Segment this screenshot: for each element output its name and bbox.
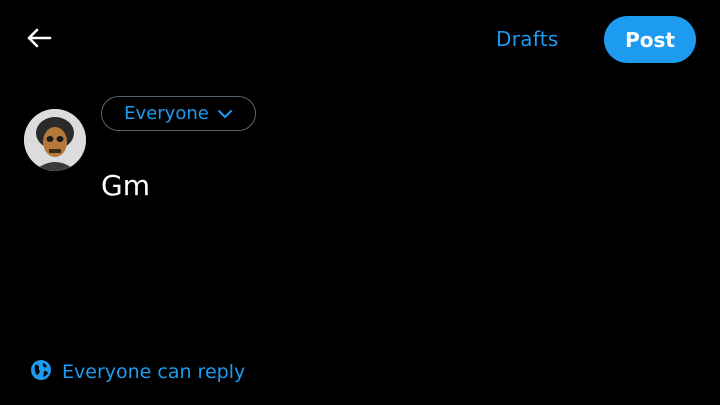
- arrow-left-icon: [26, 27, 52, 53]
- audience-selector[interactable]: Everyone: [101, 96, 256, 131]
- drafts-button[interactable]: Drafts: [486, 22, 569, 56]
- post-button[interactable]: Post: [604, 16, 696, 63]
- avatar-image: [24, 109, 86, 171]
- user-avatar[interactable]: [24, 109, 86, 171]
- post-text-input[interactable]: Gm: [101, 168, 150, 204]
- back-button[interactable]: [22, 24, 56, 56]
- globe-icon: [30, 359, 52, 386]
- audience-label: Everyone: [124, 103, 209, 124]
- reply-setting-button[interactable]: Everyone can reply: [30, 358, 245, 386]
- chevron-down-icon: [217, 103, 233, 124]
- reply-setting-label: Everyone can reply: [62, 361, 246, 383]
